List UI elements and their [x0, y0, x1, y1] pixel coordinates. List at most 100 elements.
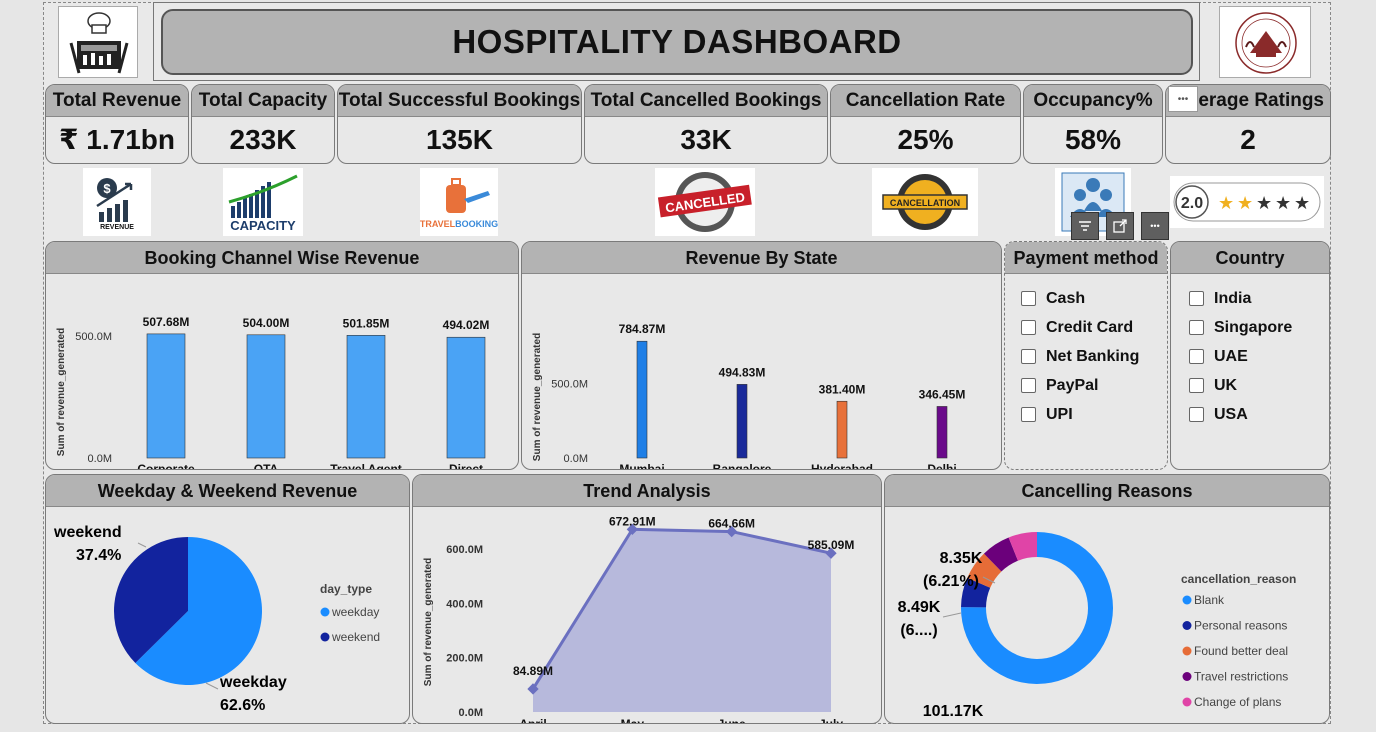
- kpi-value: 233K: [229, 124, 297, 155]
- kpi-cancelled-bookings: Total Cancelled Bookings 33K: [584, 84, 828, 164]
- y-tick-label: 0.0M: [88, 453, 112, 465]
- bar: [346, 335, 386, 459]
- kpi-total-revenue: Total Revenue ₹ 1.71bn: [45, 84, 189, 164]
- slicer-label: UPI: [1046, 405, 1073, 423]
- revenue-by-state-chart: 0.0M 500.0M Sum of revenue_generated 784.87…: [532, 322, 966, 469]
- panel-title: Revenue By State: [522, 242, 1001, 274]
- legend-label: weekday: [331, 605, 379, 619]
- svg-text:★: ★: [1237, 193, 1253, 213]
- y-tick-label: 500.0M: [551, 379, 588, 391]
- trend-analysis-panel: Trend Analysis 0.0M 200.0M 400.0M 600.0M Sum…: [412, 474, 882, 724]
- slicer-label: PayPal: [1046, 376, 1099, 394]
- x-tick-label: Corporate: [137, 462, 195, 469]
- rating-stars-icon: 2.0 ★ ★ ★ ★ ★: [1170, 176, 1324, 228]
- y-tick-label: 200.0M: [446, 653, 483, 665]
- legend-dot: [1182, 621, 1192, 630]
- checkbox[interactable]: [1189, 407, 1204, 422]
- slicer-item-net-banking[interactable]: Net Banking: [1021, 342, 1167, 371]
- booking-channel-panel: Booking Channel Wise Revenue 0.0M 500.0M S…: [45, 241, 519, 470]
- checkbox[interactable]: [1021, 378, 1036, 393]
- data-label: 84.89M: [513, 664, 553, 678]
- slicer-item-upi[interactable]: UPI: [1021, 400, 1167, 429]
- checkbox[interactable]: [1021, 320, 1036, 335]
- revenue-icon: $ REVENUE: [83, 168, 151, 236]
- slicer-item-cash[interactable]: Cash: [1021, 284, 1167, 313]
- legend-dot: [1182, 697, 1192, 707]
- slicer-label: Net Banking: [1046, 347, 1140, 365]
- checkbox[interactable]: [1189, 378, 1204, 393]
- kpi-value: 2: [1240, 124, 1256, 155]
- slicer-item-usa[interactable]: USA: [1189, 400, 1329, 429]
- checkbox[interactable]: [1021, 291, 1036, 306]
- y-tick-label: 400.0M: [446, 598, 483, 610]
- checkbox[interactable]: [1021, 407, 1036, 422]
- panel-title: Cancelling Reasons: [885, 475, 1329, 507]
- data-label: (6.21%): [923, 573, 979, 590]
- bar: [936, 406, 948, 459]
- kpi-value: 135K: [426, 124, 493, 155]
- legend-label: Travel restrictions: [1194, 670, 1288, 684]
- kpi-label: Occupancy%: [1024, 85, 1162, 117]
- cancelling-reasons-chart: 101.17K(75.17%)8.49K(6....)8.35K(6.21%)c…: [898, 532, 1296, 720]
- svg-text:★: ★: [1218, 193, 1234, 213]
- weekday-weekend-panel: Weekday & Weekend Revenue weekend 37.4% we…: [45, 474, 410, 724]
- x-tick-label: Hyderabad: [811, 462, 873, 469]
- slicer-item-singapore[interactable]: Singapore: [1189, 313, 1329, 342]
- legend-dot: [1182, 595, 1192, 605]
- bar: [146, 333, 186, 459]
- filter-icon[interactable]: [1071, 212, 1099, 240]
- slicer-item-india[interactable]: India: [1189, 284, 1329, 313]
- kpi-label: Total Revenue: [46, 85, 188, 117]
- kpi-occupancy: Occupancy% 58%: [1023, 84, 1163, 164]
- legend-label: Found better deal: [1194, 644, 1288, 658]
- leader-line: [205, 682, 219, 690]
- legend-label: Blank: [1194, 593, 1225, 607]
- legend-label: Change of plans: [1194, 695, 1281, 709]
- legend-dot: [320, 607, 330, 617]
- x-tick-label: Bangalore: [713, 462, 772, 469]
- more-options-button[interactable]: •••: [1168, 86, 1198, 112]
- checkbox[interactable]: [1189, 349, 1204, 364]
- x-tick-label: Delhi: [927, 462, 956, 469]
- data-label: 664.66M: [708, 517, 755, 531]
- legend-label: Personal reasons: [1194, 619, 1287, 633]
- kpi-label: Total Successful Bookings: [338, 85, 581, 117]
- x-tick-label: Mumbai: [619, 462, 664, 469]
- more-options-icon[interactable]: •••: [1141, 212, 1169, 240]
- bar: [636, 340, 648, 459]
- legend-dot: [1182, 646, 1192, 656]
- data-label: (6....): [900, 622, 937, 639]
- country-slicer: Country India Singapore UAE UK USA: [1170, 241, 1330, 470]
- checkbox[interactable]: [1189, 291, 1204, 306]
- panel-title: Trend Analysis: [413, 475, 881, 507]
- checkbox[interactable]: [1021, 349, 1036, 364]
- pie-pct: 62.6%: [220, 697, 265, 714]
- checkbox[interactable]: [1189, 320, 1204, 335]
- slicer-item-uk[interactable]: UK: [1189, 371, 1329, 400]
- cancellation-badge-icon: CANCELLATION: [872, 168, 978, 236]
- data-label: 501.85M: [343, 316, 390, 330]
- kpi-label: Cancellation Rate: [831, 85, 1020, 117]
- x-tick-label: May: [621, 717, 645, 723]
- kpi-label: Total Cancelled Bookings: [585, 85, 827, 117]
- x-tick-label: June: [718, 717, 746, 723]
- panel-title: Payment method: [1005, 242, 1167, 274]
- bar: [246, 334, 286, 459]
- rating-value: 2.0: [1181, 195, 1203, 212]
- data-label: 784.87M: [619, 322, 666, 336]
- data-label: 101.17K: [923, 703, 984, 720]
- panel-title: Country: [1171, 242, 1329, 274]
- cancelling-reasons-panel: Cancelling Reasons 101.17K(75.17%)8.49K(…: [884, 474, 1330, 724]
- data-label: 507.68M: [143, 315, 190, 329]
- legend-label: weekend: [331, 630, 380, 644]
- data-label: 346.45M: [919, 387, 966, 401]
- panel-title: Booking Channel Wise Revenue: [46, 242, 518, 274]
- kpi-value: 33K: [680, 124, 732, 155]
- slicer-item-uae[interactable]: UAE: [1189, 342, 1329, 371]
- data-label: 8.49K: [898, 599, 941, 616]
- data-label: 381.40M: [819, 382, 866, 396]
- slicer-item-credit-card[interactable]: Credit Card: [1021, 313, 1167, 342]
- slicer-item-paypal[interactable]: PayPal: [1021, 371, 1167, 400]
- slicer-label: Singapore: [1214, 318, 1293, 336]
- focus-mode-icon[interactable]: [1106, 212, 1134, 240]
